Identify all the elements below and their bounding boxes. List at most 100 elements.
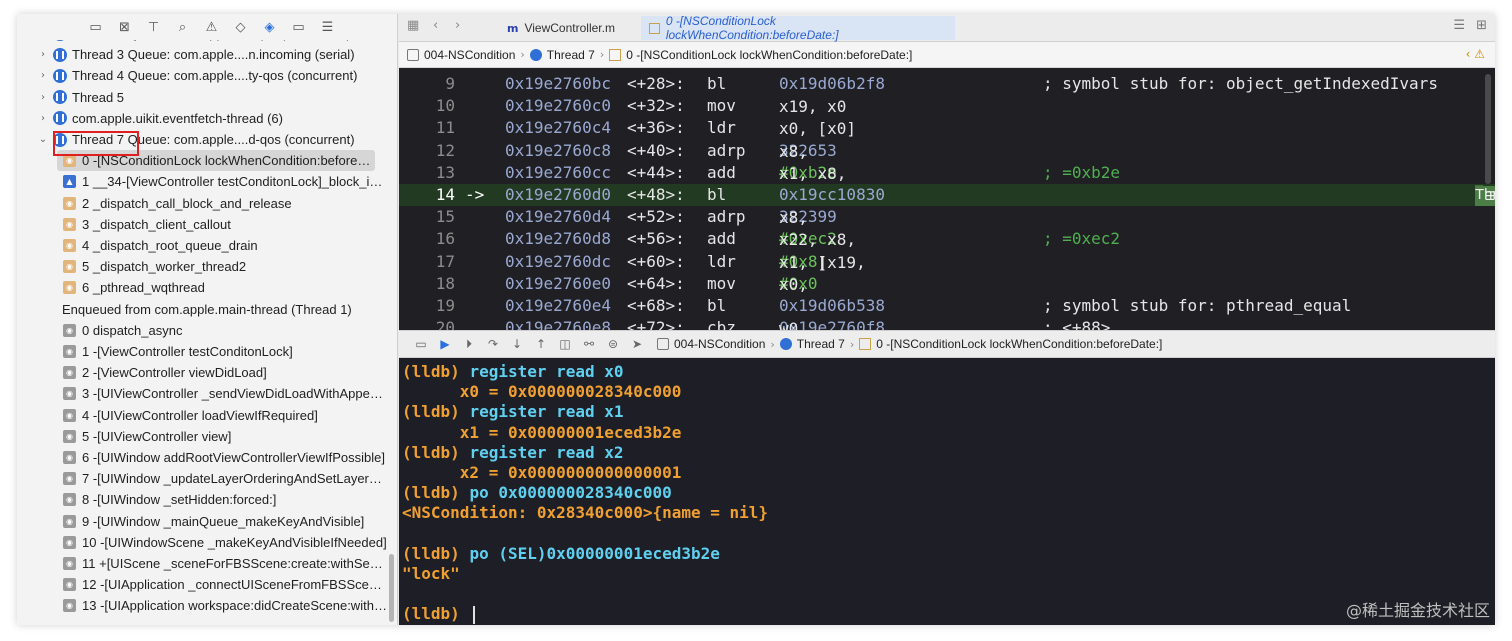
stack-frame-row[interactable]: ◉ 2 -[ViewController viewDidLoad]: [17, 362, 389, 383]
disassembly-line[interactable]: 12 0x19e2760c8 <+40>: adrp x8, 322653: [399, 140, 1495, 162]
stack-frame-row[interactable]: ◉ 4 -[UIViewController loadViewIfRequired…: [17, 405, 389, 426]
thread-row[interactable]: › com.apple.uikit.eventfetch-thread (6): [17, 108, 389, 129]
stack-frame-row[interactable]: ◉ 8 -[UIWindow _setHidden:forced:]: [17, 489, 389, 510]
chevron-right-icon[interactable]: ›: [37, 92, 49, 103]
stack-frame-row[interactable]: ◉ 7 -[UIWindow _updateLayerOrderingAndSet…: [17, 468, 389, 489]
chevron-right-icon[interactable]: ›: [37, 70, 49, 81]
jump-bar: 004-NSCondition › Thread 7 › 0 -[NSCondi…: [399, 42, 1495, 68]
console-line: "lock": [402, 564, 460, 584]
forward-chevron-icon[interactable]: ›: [455, 18, 460, 33]
stack-frame-row[interactable]: ◉ 3 -[UIViewController _sendViewDidLoadWi…: [17, 383, 389, 404]
debug-breadcrumb-item[interactable]: Thread 7: [797, 337, 845, 351]
step-out-icon[interactable]: ↑: [529, 337, 553, 351]
chevron-down-icon[interactable]: ⌄: [37, 134, 49, 145]
disassembly-line[interactable]: 10 0x19e2760c0 <+32>: mov x19, x0: [399, 95, 1495, 117]
debug-breadcrumb-item[interactable]: 0 -[NSConditionLock lockWhenCondition:be…: [876, 337, 1162, 351]
address: 0x19e2760c4: [505, 118, 611, 138]
editor-scrollbar[interactable]: [1485, 74, 1491, 184]
debug-breadcrumb-item[interactable]: 004-NSCondition: [674, 337, 765, 351]
environment-overrides-icon[interactable]: ⊜: [601, 337, 625, 351]
x-square-icon[interactable]: ⊠: [110, 17, 139, 37]
back-chevron-icon[interactable]: ‹: [433, 18, 438, 33]
tab-viewcontroller[interactable]: m ViewController.m: [499, 16, 624, 40]
disassembly-line[interactable]: 17 0x19e2760dc <+60>: ldr x1, [x19, #0x8]: [399, 251, 1495, 273]
jump-bar-frame[interactable]: 0 -[NSConditionLock lockWhenCondition:be…: [626, 48, 912, 62]
stack-frame-row[interactable]: ◉ 11 +[UIScene _sceneForFBSScene:create:w…: [17, 553, 389, 574]
memory-graph-icon[interactable]: ⚯: [577, 337, 601, 351]
report-icon[interactable]: ☰: [313, 17, 342, 37]
chevron-right-icon[interactable]: ›: [37, 113, 49, 124]
stack-frame-row[interactable]: ◉ 12 -[UIApplication _connectUISceneFromF…: [17, 574, 389, 595]
disassembly-line[interactable]: 15 0x19e2760d4 <+52>: adrp x8, 322399: [399, 206, 1495, 228]
comment: ; symbol stub for: object_getIndexedIvar…: [1043, 74, 1438, 93]
breakpoints-toggle-icon[interactable]: ▶: [433, 337, 457, 351]
jump-bar-thread[interactable]: Thread 7: [547, 48, 595, 62]
recorded-frame-icon: ◉: [63, 366, 76, 380]
disassembly-line[interactable]: 9 0x19e2760bc <+28>: bl 0x19d06b2f8 ; symbol …: [399, 73, 1495, 95]
navigator-scrollbar[interactable]: [389, 554, 394, 622]
operands: 0x19cc10830: [779, 185, 885, 204]
recorded-frame-icon: ◉: [63, 578, 76, 592]
breakpoint-badge[interactable]: ☰Thread 7: breakpoint 22.1 (1): [1475, 185, 1495, 206]
disassembly-view[interactable]: 9 0x19e2760bc <+28>: bl 0x19d06b2f8 ; symbol …: [399, 69, 1495, 330]
operands: x0, #0x0: [779, 274, 818, 294]
stack-frame-row[interactable]: ◉ 6 _pthread_wqthread: [17, 277, 389, 298]
simulate-location-icon[interactable]: ➤: [625, 337, 649, 351]
thread-row[interactable]: › Thread 3 Queue: com.apple....n.incoming…: [17, 44, 389, 65]
thread-row[interactable]: › Thread 5: [17, 87, 389, 108]
operand: x8,: [779, 208, 818, 228]
disassembly-line[interactable]: 13 0x19e2760cc <+44>: add x1, x8, #0xb2e ; =0…: [399, 162, 1495, 184]
stack-frame-row[interactable]: ◉ 0 dispatch_async: [17, 320, 389, 341]
operand: ]: [817, 252, 828, 272]
disassembly-line[interactable]: 18 0x19e2760e0 <+64>: mov x0, #0x0: [399, 273, 1495, 295]
thread-row[interactable]: › Thread 4 Queue: com.apple....ty-qos (co…: [17, 65, 389, 86]
stack-frame-row[interactable]: ◉ 2 _dispatch_call_block_and_release: [17, 193, 389, 214]
disassembly-line[interactable]: 16 0x19e2760d8 <+56>: add x22, x8, #0xec2 ; =…: [399, 228, 1495, 250]
stack-frame-row[interactable]: ◉ 6 -[UIWindow addRootViewControllerViewI…: [17, 447, 389, 468]
row-label: 6 -[UIWindow addRootViewControllerViewIf…: [82, 450, 385, 465]
row-label: Enqueued from com.apple.main-thread (Thr…: [62, 301, 352, 317]
operands: 0x19d06b538: [779, 296, 885, 315]
warning-icon[interactable]: ⚠: [197, 17, 226, 37]
operand: x22, x8,: [779, 230, 866, 250]
step-into-icon[interactable]: ↓: [505, 337, 529, 351]
stack-frame-row[interactable]: ◉ 1 -[ViewController testConditonLock]: [17, 341, 389, 362]
tab-disassembly[interactable]: 0 -[NSConditionLock lockWhenCondition:be…: [641, 14, 955, 42]
stack-frame-row[interactable]: ◉ 5 _dispatch_worker_thread2: [17, 256, 389, 277]
view-hierarchy-icon[interactable]: ◫: [553, 337, 577, 351]
step-over-icon[interactable]: ↷: [481, 337, 505, 351]
disassembly-line[interactable]: 19 0x19e2760e4 <+68>: bl 0x19d06b538 ; symbol…: [399, 295, 1495, 317]
disassembly-line[interactable]: 11 0x19e2760c4 <+36>: ldr x0, [x0]: [399, 117, 1495, 139]
row-label: 12 -[UIApplication _connectUISceneFromFB…: [82, 577, 389, 593]
jump-bar-project[interactable]: 004-NSCondition: [424, 48, 515, 62]
current-instruction-line[interactable]: 14 -> 0x19e2760d0 <+48>: bl 0x19cc10830 ☰Threa…: [399, 184, 1495, 206]
tag-icon[interactable]: ▭: [284, 17, 313, 37]
stack-frame-row[interactable]: ▲ 1 __34-[ViewController testConditonLock…: [17, 171, 389, 192]
stack-frame-row[interactable]: ◉ 9 -[UIWindow _mainQueue_makeKeyAndVisib…: [17, 511, 389, 532]
stack-frame-row[interactable]: ◉ 13 -[UIApplication workspace:didCreateS…: [17, 595, 389, 616]
stack-frame-row[interactable]: ◉ 4 _dispatch_root_queue_drain: [17, 235, 389, 256]
chevron-right-icon[interactable]: ›: [37, 49, 49, 60]
add-editor-icon[interactable]: ⊞: [1476, 18, 1487, 33]
magnifier-icon[interactable]: ⌕: [168, 17, 197, 37]
folder-icon[interactable]: ▭: [81, 17, 110, 37]
lldb-console[interactable]: (lldb) register read x0 x0 = 0x000000028…: [399, 358, 1495, 625]
hide-debug-area-icon[interactable]: ▭: [409, 337, 433, 351]
hierarchy-icon[interactable]: ⊤: [139, 17, 168, 37]
project-icon: [407, 48, 419, 61]
stack-frame-row[interactable]: ◉ 3 _dispatch_client_callout: [17, 214, 389, 235]
line-number: 9: [445, 74, 455, 93]
operands: x1, [x19, #0x8]: [779, 252, 866, 272]
diamond-icon[interactable]: ◇: [226, 17, 255, 37]
stack-frame-row[interactable]: ◉ 10 -[UIWindowScene _makeKeyAndVisibleIf…: [17, 532, 389, 553]
continue-icon[interactable]: ⏵: [457, 337, 481, 352]
disassembly-line[interactable]: 20 0x19e2760e8 <+72>: cbz w0, 0x19e2760f8 ; <…: [399, 317, 1495, 330]
chevron-right-icon: ›: [520, 48, 525, 61]
stack-frame-row[interactable]: ◉ 5 -[UIViewController view]: [17, 426, 389, 447]
warning-navigation-icon[interactable]: ‹ ⚠: [1466, 47, 1485, 61]
system-frame-icon: ◉: [63, 260, 76, 274]
editor-options-icon[interactable]: ☰: [1453, 18, 1465, 33]
debug-navigator-icon[interactable]: ◈: [255, 17, 284, 37]
tab-overview-icon[interactable]: ▦: [407, 18, 419, 33]
operand: x0,: [779, 274, 818, 294]
